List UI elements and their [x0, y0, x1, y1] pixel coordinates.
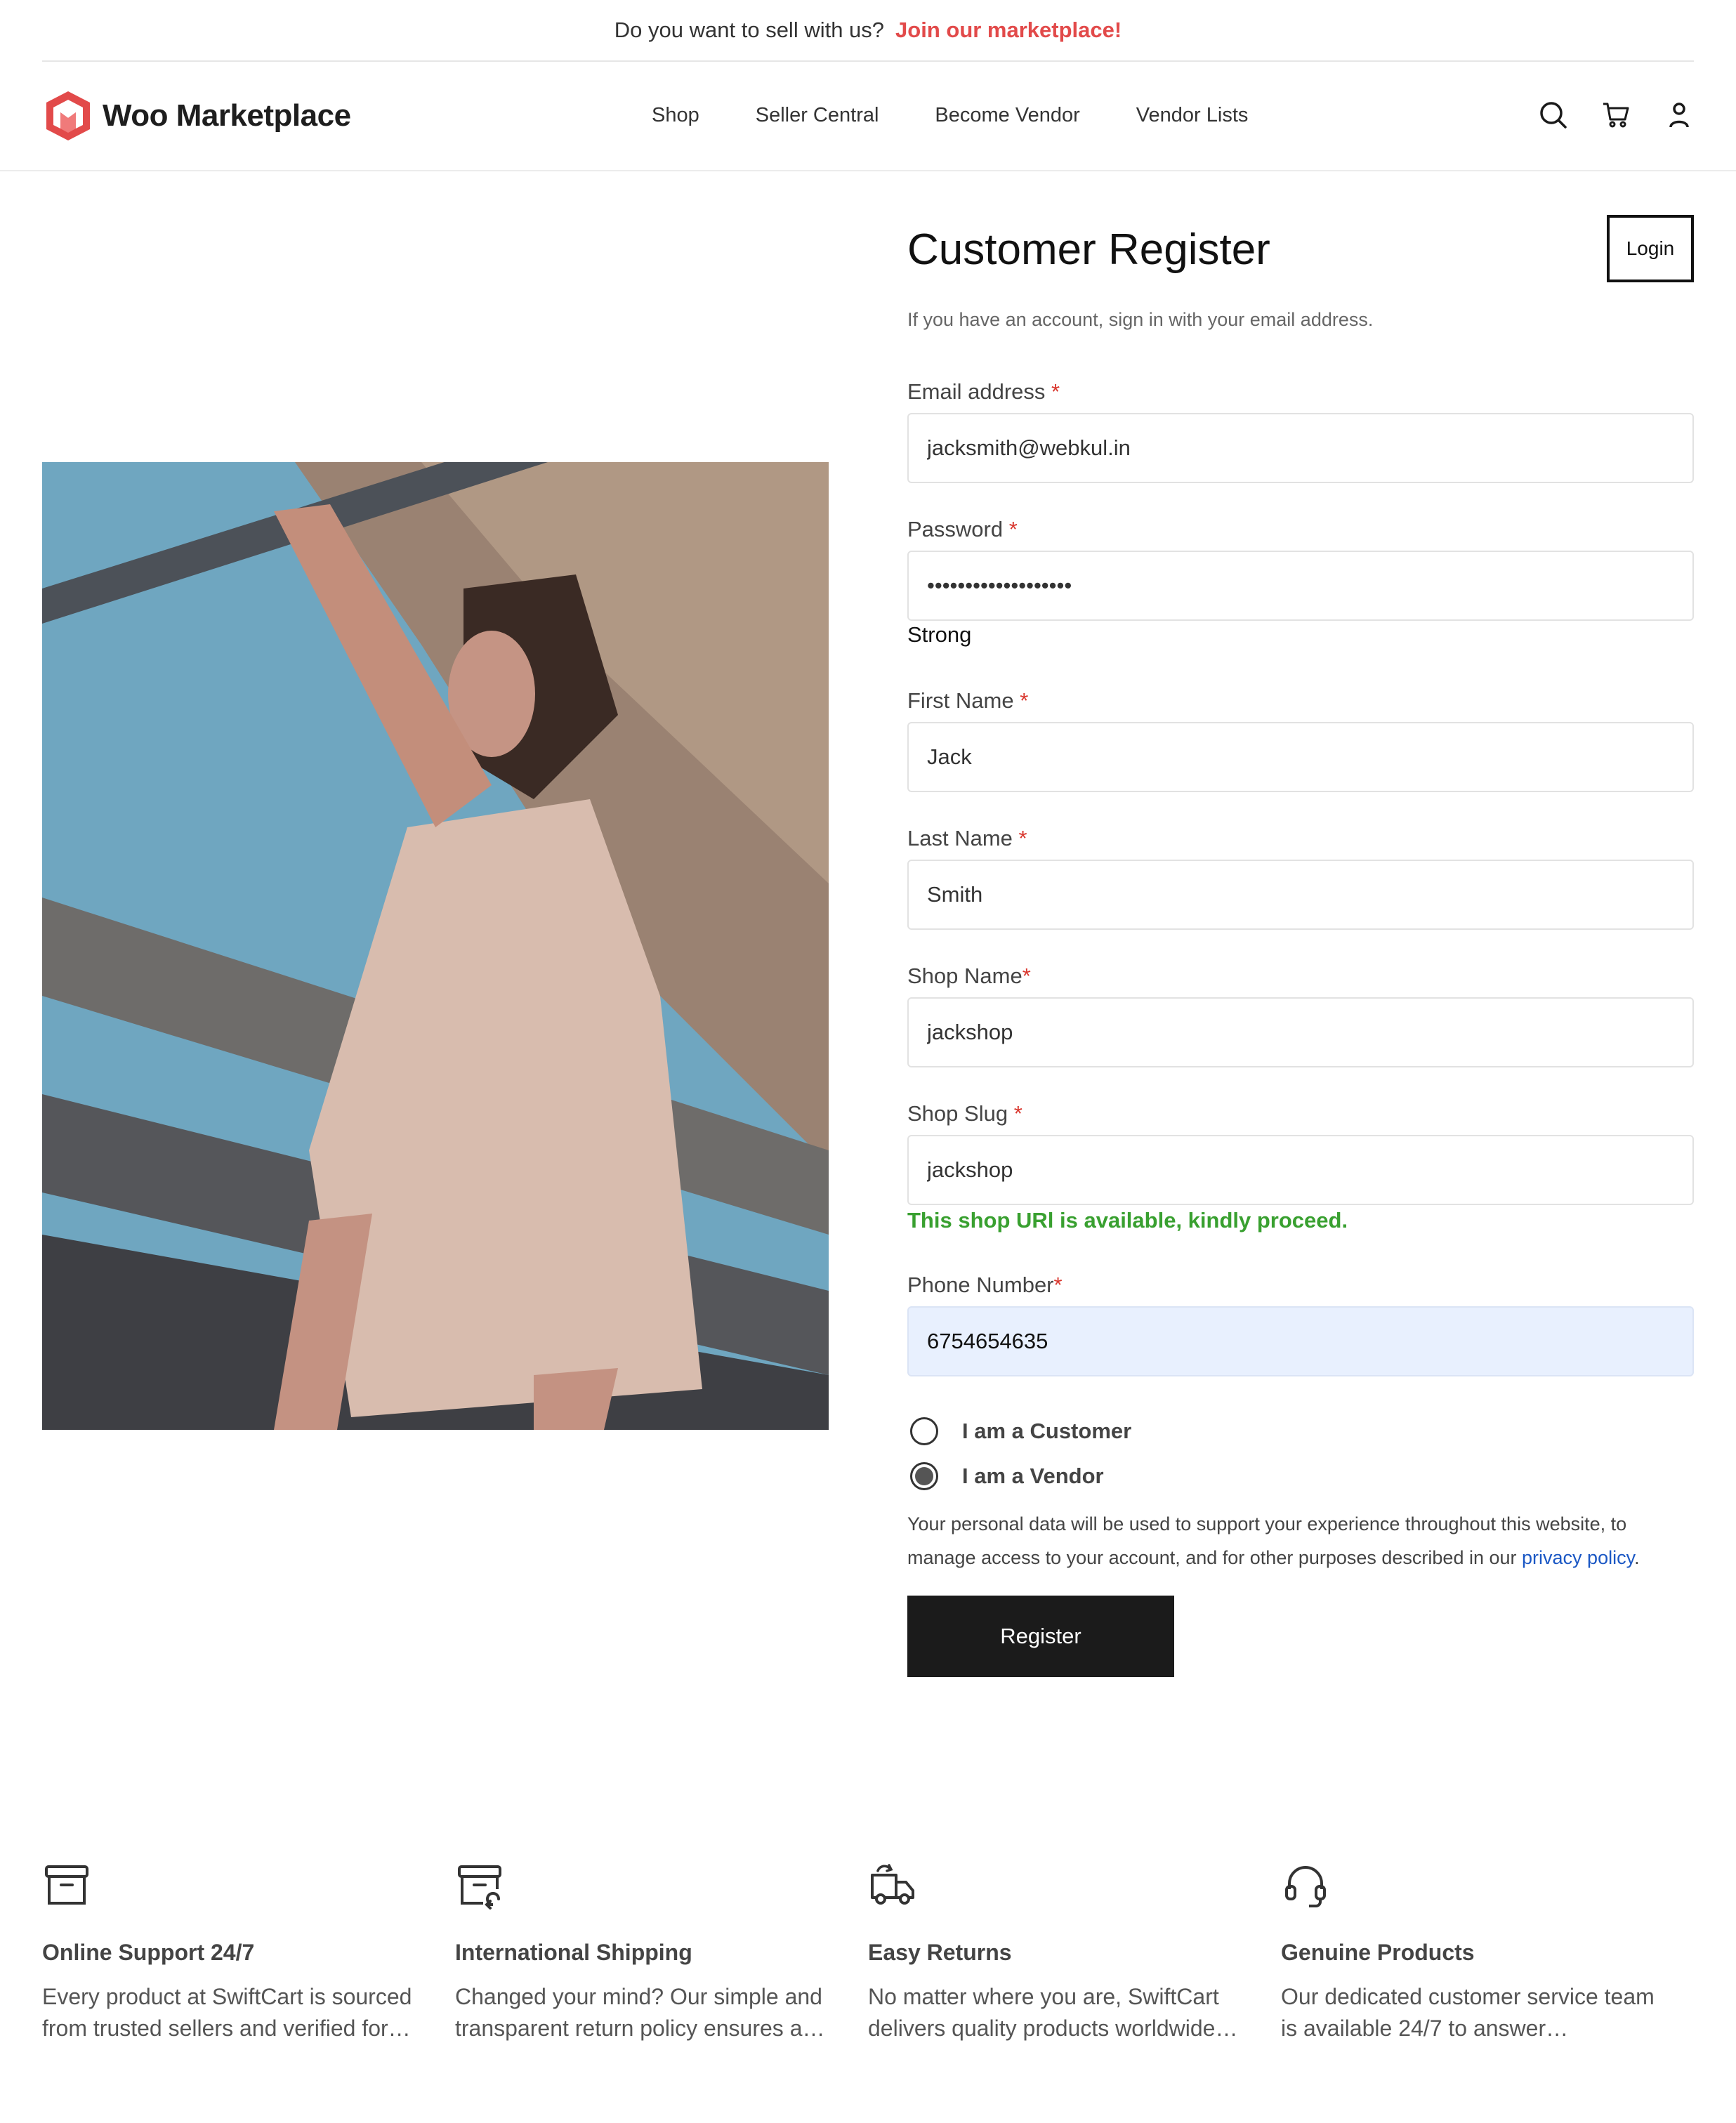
headset-icon — [1281, 1861, 1330, 1910]
required-marker: * — [1053, 1273, 1063, 1297]
brand-logo[interactable]: Woo Marketplace — [44, 90, 351, 142]
feature-title: Online Support 24/7 — [42, 1940, 255, 1965]
nav-become-vendor[interactable]: Become Vendor — [935, 104, 1079, 127]
return-box-icon — [455, 1861, 504, 1910]
password-label-text: Password — [907, 517, 1004, 541]
radio-selected-dot — [915, 1467, 933, 1485]
shop-name-label-text: Shop Name — [907, 964, 1022, 988]
phone-label-text: Phone Number — [907, 1273, 1054, 1297]
feature-card: International Shipping Changed your mind… — [455, 1861, 868, 2044]
archive-icon — [42, 1861, 91, 1910]
header-actions — [1538, 100, 1694, 129]
required-marker: * — [1020, 688, 1029, 713]
required-marker: * — [1008, 517, 1018, 541]
join-marketplace-link[interactable]: Join our marketplace! — [895, 18, 1122, 43]
announcement-question: Do you want to sell with us? — [614, 18, 885, 42]
customer-role-option[interactable]: I am a Customer — [907, 1417, 1131, 1445]
feature-title: International Shipping — [455, 1940, 692, 1965]
page-title: Customer Register — [907, 225, 1270, 274]
shop-name-field[interactable] — [907, 997, 1694, 1067]
shop-slug-label-text: Shop Slug — [907, 1101, 1008, 1126]
email-label: Email address * — [907, 379, 1060, 405]
first-name-field[interactable] — [907, 722, 1694, 792]
email-label-text: Email address — [907, 379, 1046, 404]
features-row: Online Support 24/7 Every product at Swi… — [42, 1861, 1694, 2044]
privacy-policy-link[interactable]: privacy policy — [1522, 1547, 1634, 1568]
last-name-label: Last Name * — [907, 826, 1027, 851]
nav-vendor-lists[interactable]: Vendor Lists — [1136, 104, 1249, 127]
first-name-label-text: First Name — [907, 688, 1014, 713]
user-icon[interactable] — [1664, 100, 1694, 129]
last-name-label-text: Last Name — [907, 826, 1013, 850]
password-strength: Strong — [907, 622, 972, 647]
feature-card: Genuine Products Our dedicated customer … — [1281, 1861, 1694, 2044]
login-button[interactable]: Login — [1607, 215, 1694, 282]
feature-text: No matter where you are, SwiftCart deliv… — [868, 1984, 1238, 2041]
privacy-text: Your personal data will be used to suppo… — [907, 1513, 1627, 1568]
customer-role-label: I am a Customer — [962, 1419, 1132, 1443]
form-subtitle: If you have an account, sign in with you… — [907, 309, 1374, 330]
nav-shop[interactable]: Shop — [652, 104, 699, 127]
feature-title: Easy Returns — [868, 1940, 1012, 1965]
shop-slug-label: Shop Slug * — [907, 1101, 1022, 1126]
truck-icon — [868, 1861, 917, 1910]
hero-image — [42, 462, 829, 1430]
privacy-period: . — [1634, 1547, 1640, 1568]
required-marker: * — [1013, 1101, 1022, 1126]
required-marker: * — [1051, 379, 1060, 404]
password-label: Password * — [907, 517, 1018, 542]
password-field[interactable] — [907, 551, 1694, 621]
search-icon[interactable] — [1538, 100, 1567, 129]
brand-name: Woo Marketplace — [103, 98, 351, 133]
announcement-bar: Do you want to sell with us? Join our ma… — [42, 0, 1694, 62]
customer-radio[interactable] — [910, 1417, 938, 1445]
feature-card: Easy Returns No matter where you are, Sw… — [868, 1861, 1281, 2044]
feature-text: Changed your mind? Our simple and transp… — [455, 1984, 825, 2041]
vendor-radio[interactable] — [910, 1462, 938, 1490]
feature-title: Genuine Products — [1281, 1940, 1475, 1965]
privacy-notice: Your personal data will be used to suppo… — [907, 1507, 1694, 1575]
cart-icon[interactable] — [1601, 100, 1631, 129]
phone-label: Phone Number* — [907, 1273, 1063, 1298]
feature-text: Our dedicated customer service team is a… — [1281, 1984, 1655, 2041]
main-nav: Shop Seller Central Become Vendor Vendor… — [652, 104, 1304, 127]
site-header: Woo Marketplace Shop Seller Central Beco… — [0, 63, 1736, 171]
logo-icon — [46, 91, 90, 140]
email-field[interactable] — [907, 413, 1694, 483]
feature-card: Online Support 24/7 Every product at Swi… — [42, 1861, 455, 2044]
required-marker: * — [1022, 964, 1031, 988]
register-button[interactable]: Register — [907, 1596, 1174, 1677]
slug-availability-message: This shop URl is available, kindly proce… — [907, 1208, 1348, 1233]
shop-slug-field[interactable] — [907, 1135, 1694, 1205]
required-marker: * — [1018, 826, 1027, 850]
vendor-role-label: I am a Vendor — [962, 1464, 1104, 1488]
first-name-label: First Name * — [907, 688, 1028, 714]
phone-field[interactable] — [907, 1306, 1694, 1376]
last-name-field[interactable] — [907, 860, 1694, 930]
feature-text: Every product at SwiftCart is sourced fr… — [42, 1984, 412, 2041]
vendor-role-option[interactable]: I am a Vendor — [907, 1462, 1104, 1490]
nav-seller-central[interactable]: Seller Central — [756, 104, 879, 127]
shop-name-label: Shop Name* — [907, 964, 1031, 989]
